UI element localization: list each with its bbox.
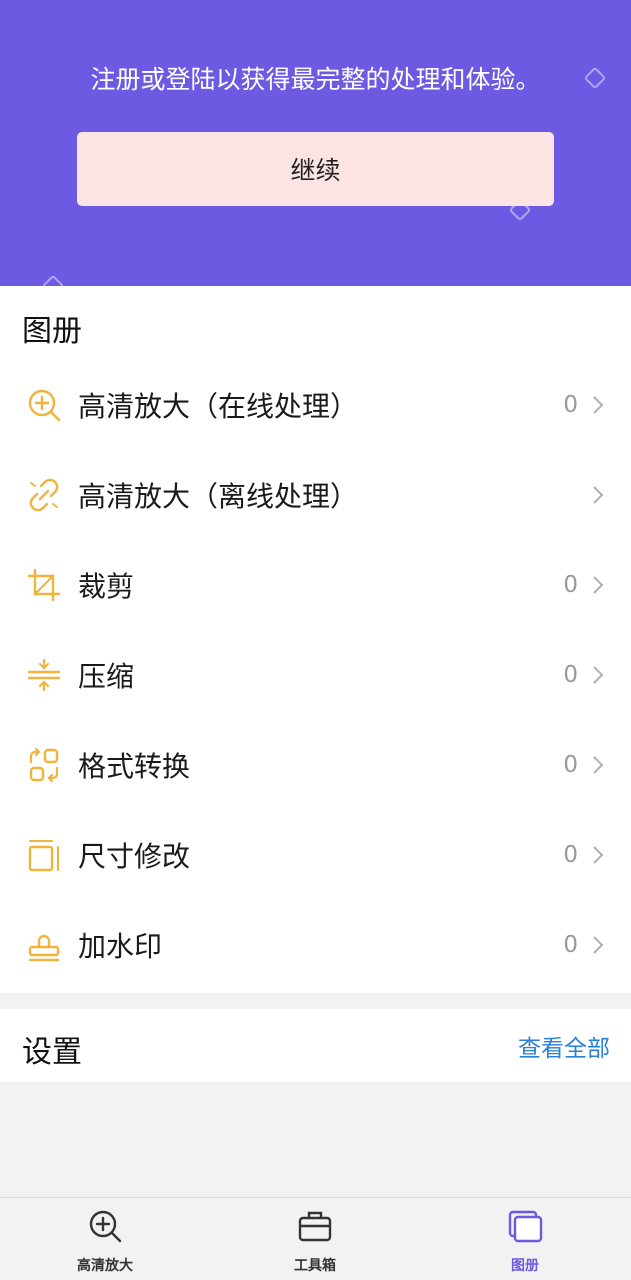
stamp-icon (28, 934, 60, 962)
format-convert-icon (29, 747, 59, 783)
chevron-right-icon (593, 936, 604, 954)
album-item-label: 高清放大（在线处理） (78, 390, 359, 423)
settings-section: 设置 查看全部 (0, 1009, 631, 1082)
album-item-format-convert[interactable]: 格式转换 0 (0, 720, 631, 810)
settings-section-title: 设置 (22, 1035, 82, 1070)
tab-toolbox[interactable]: 工具箱 (245, 1198, 385, 1280)
album-item-upscale-offline[interactable]: 高清放大（离线处理） (0, 450, 631, 540)
chevron-right-icon (593, 486, 604, 504)
toolbox-icon (298, 1211, 332, 1242)
resize-icon (28, 840, 59, 872)
album-item-compress[interactable]: 压缩 0 (0, 630, 631, 720)
album-item-label: 尺寸修改 (78, 840, 191, 873)
album-item-upscale-online[interactable]: 高清放大（在线处理） 0 (0, 360, 631, 450)
album-item-count: 0 (563, 932, 578, 958)
album-item-count: 0 (563, 572, 578, 598)
album-item-label: 格式转换 (78, 750, 191, 783)
chevron-right-icon (593, 666, 604, 684)
zoom-in-icon (28, 389, 61, 422)
zoom-in-icon (89, 1210, 122, 1243)
tab-label: 高清放大 (77, 1258, 133, 1274)
bottom-tab-bar: 高清放大 工具箱 图册 (0, 1197, 631, 1280)
album-item-label: 压缩 (78, 660, 135, 693)
diamond-decoration (41, 274, 65, 286)
tab-album[interactable]: 图册 (455, 1198, 595, 1280)
broken-link-icon (29, 478, 59, 512)
login-prompt-text: 注册或登陆以获得最完整的处理和体验。 (90, 65, 541, 94)
album-card: 图册 高清放大（在线处理） 0 高清放大（离线处理） 裁剪 0 压缩 0 格式转… (0, 286, 631, 993)
album-item-count: 0 (563, 842, 578, 868)
crop-icon (27, 568, 61, 602)
chevron-right-icon (593, 396, 604, 414)
compress-icon (27, 658, 61, 692)
album-icon (508, 1210, 543, 1243)
album-item-label: 高清放大（离线处理） (78, 480, 359, 513)
album-section-title: 图册 (22, 314, 82, 349)
album-item-label: 裁剪 (78, 570, 135, 603)
chevron-right-icon (593, 756, 604, 774)
view-all-link[interactable]: 查看全部 (518, 1029, 610, 1063)
tab-upscale[interactable]: 高清放大 (35, 1198, 175, 1280)
chevron-right-icon (593, 576, 604, 594)
album-item-count: 0 (563, 662, 578, 688)
tab-label: 工具箱 (294, 1258, 336, 1274)
login-banner: 注册或登陆以获得最完整的处理和体验。 继续 (0, 0, 631, 286)
album-item-count: 0 (563, 752, 578, 778)
chevron-right-icon (593, 846, 604, 864)
continue-button[interactable]: 继续 (77, 132, 554, 206)
album-item-count: 0 (563, 392, 578, 418)
album-item-label: 加水印 (78, 930, 163, 963)
album-item-resize[interactable]: 尺寸修改 0 (0, 810, 631, 900)
tab-label: 图册 (511, 1258, 539, 1274)
album-item-watermark[interactable]: 加水印 0 (0, 900, 631, 990)
album-item-crop[interactable]: 裁剪 0 (0, 540, 631, 630)
